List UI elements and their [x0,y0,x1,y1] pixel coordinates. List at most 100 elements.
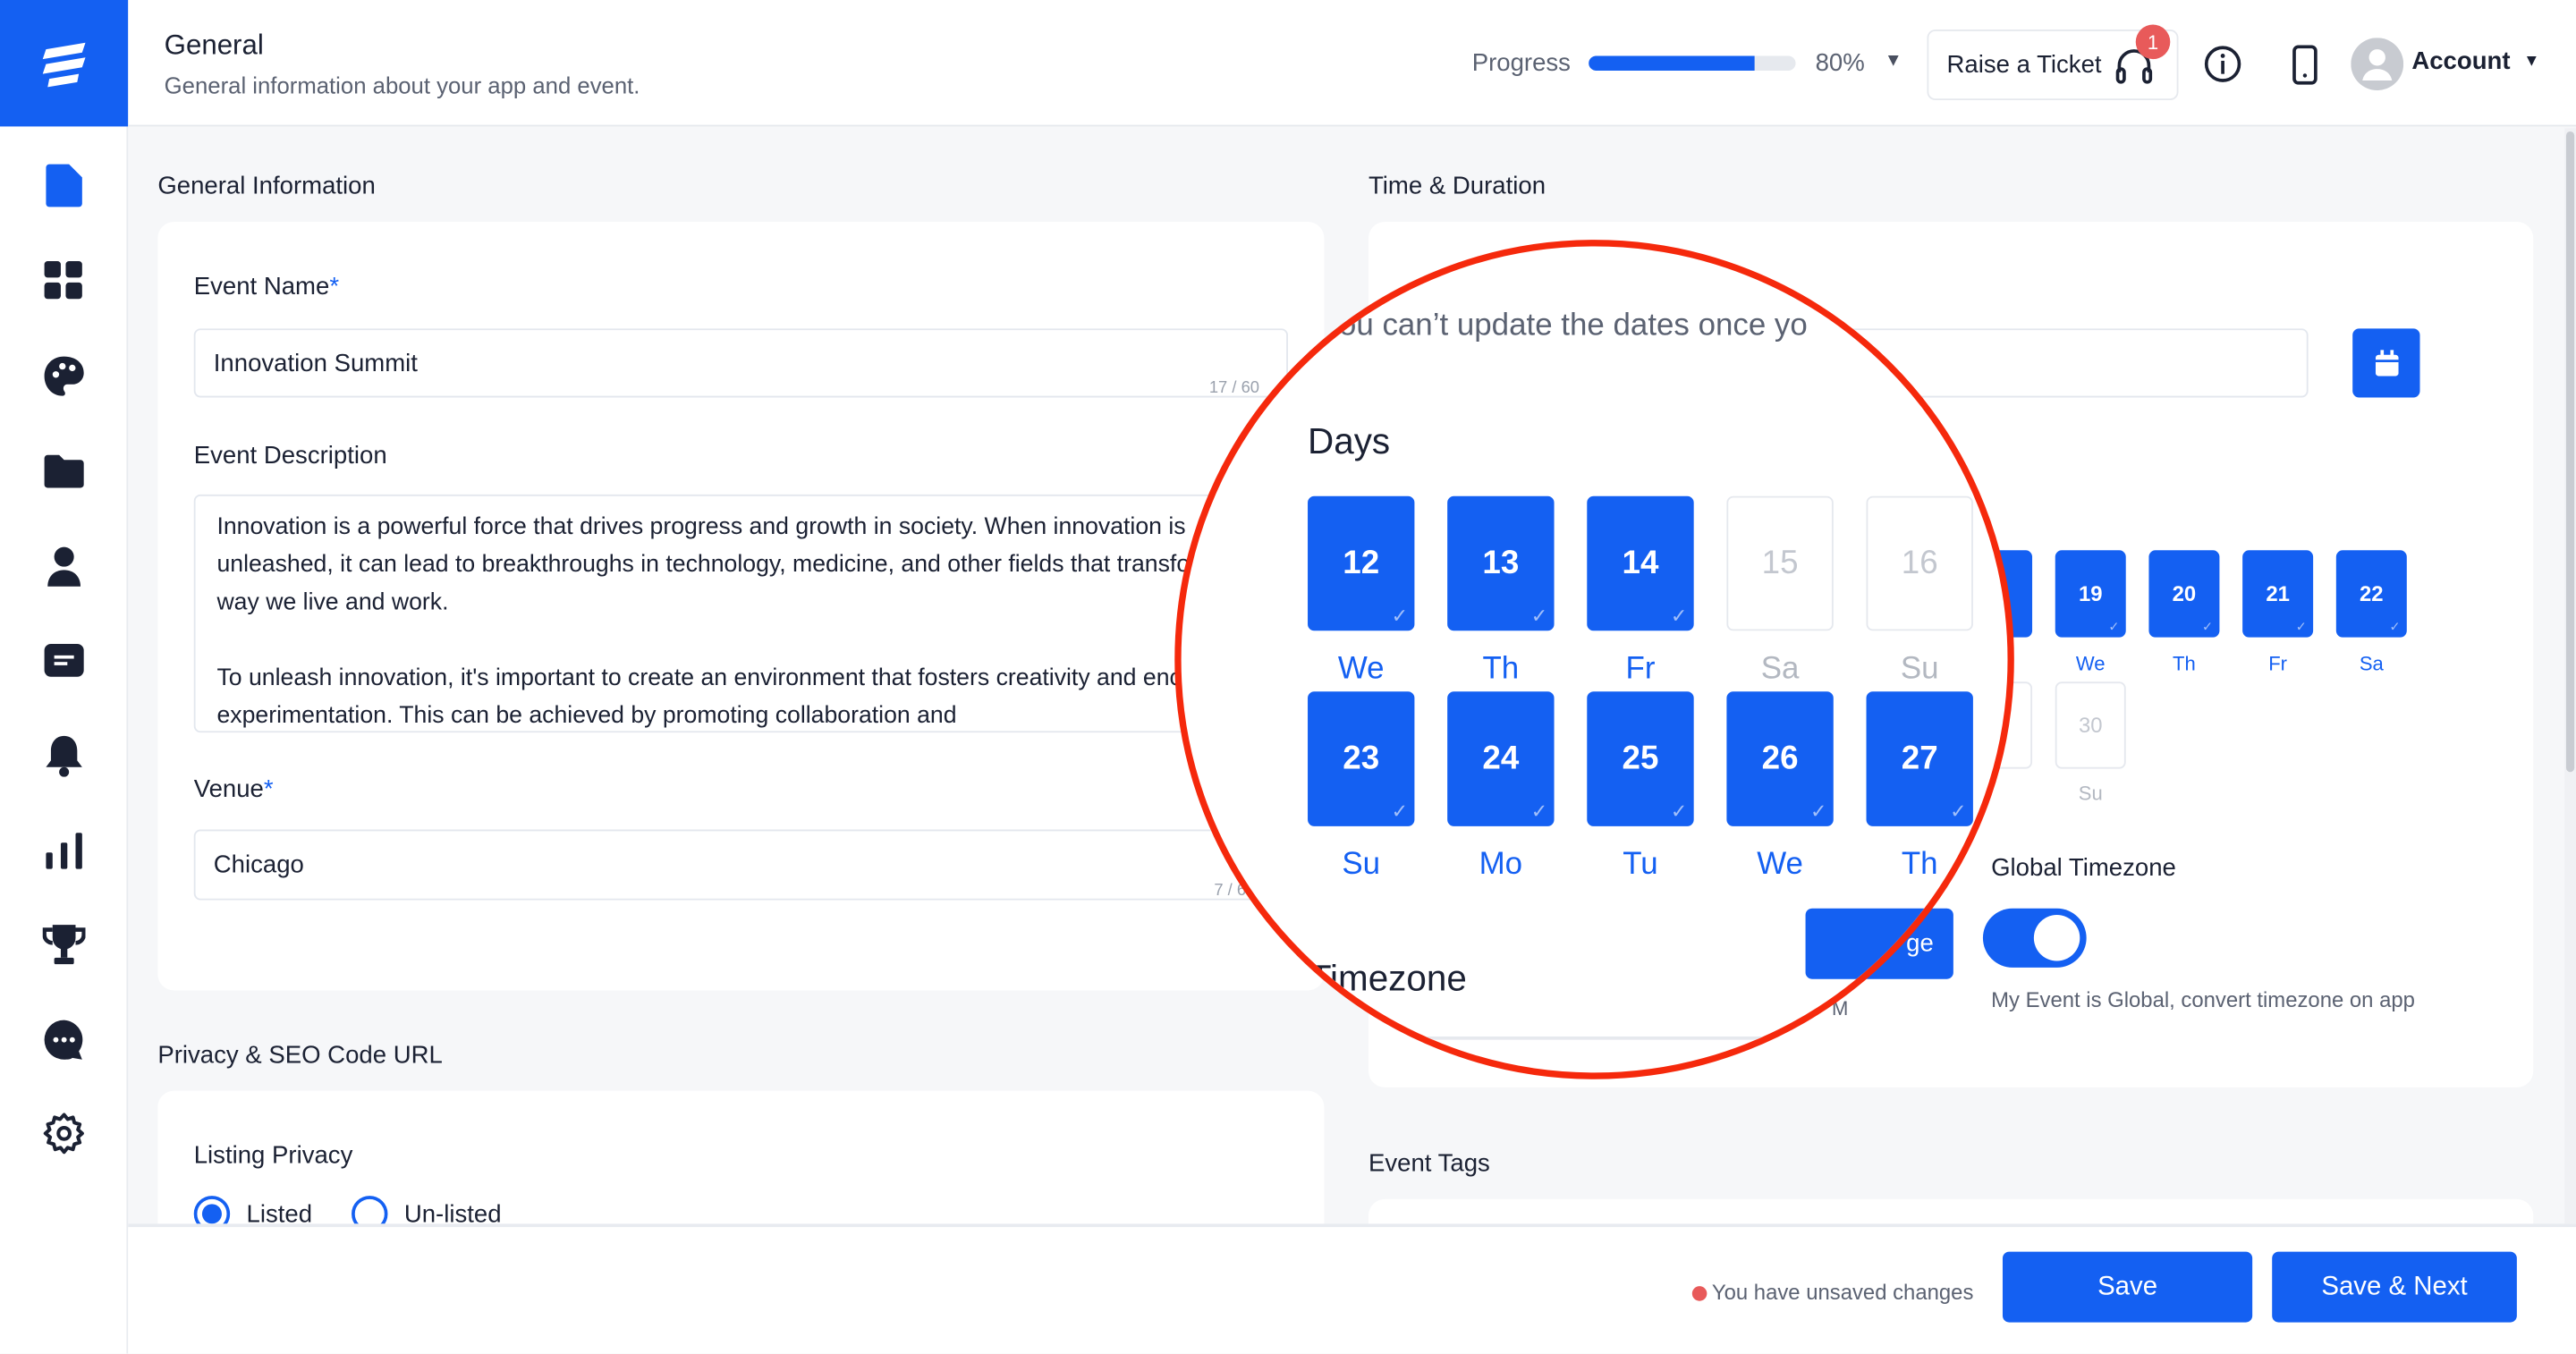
avatar[interactable] [2351,38,2404,91]
palette-icon [44,356,84,396]
info-icon[interactable] [2203,45,2242,84]
day-cell[interactable]: 23 ✓ [1308,691,1415,826]
folder-icon [44,454,84,488]
event-description-textarea[interactable]: Innovation is a powerful force that driv… [193,494,1328,733]
check-icon: ✓ [2389,619,2401,634]
toggle-knob [2033,915,2080,961]
sidebar-item-card[interactable] [39,636,89,685]
privacy-title: Privacy & SEO Code URL [157,1041,443,1070]
day-cell[interactable]: 14 ✓ [1587,495,1694,631]
calendar-icon [2374,350,2398,377]
weekday-label: We [1337,652,1385,687]
day-number: 20 [2172,581,2197,606]
check-icon: ✓ [2202,619,2214,634]
sidebar-item-leaderboard[interactable] [39,920,89,969]
weekday-label: Tu [1623,847,1658,883]
day-cell[interactable]: 12 ✓ [1308,495,1415,631]
sidebar-item-document[interactable] [39,161,89,210]
day-number: 19 [2078,581,2103,606]
sidebar-item-folder[interactable] [39,447,89,496]
scrollbar-thumb[interactable] [2565,131,2575,773]
sidebar-item-chat[interactable] [39,1015,89,1064]
weekday-label: Fr [2268,652,2288,675]
day-number: 21 [2266,581,2290,606]
divider [1328,1036,1822,1040]
sidebar-item-dashboard[interactable] [39,257,89,306]
mobile-preview-icon[interactable] [2292,45,2318,86]
progress-fill [1589,55,1755,71]
sidebar-item-user[interactable] [39,542,89,591]
weekday-label: We [2075,652,2106,675]
check-icon: ✓ [1391,800,1409,824]
listing-privacy-label: Listing Privacy [193,1141,353,1170]
check-icon: ✓ [1950,800,1967,824]
save-next-button[interactable]: Save & Next [2272,1251,2517,1323]
magnifier-overlay: ou can’t update the dates once yo d. Day… [1174,240,2014,1079]
check-icon: ✓ [1530,604,1548,628]
global-timezone-toggle[interactable] [1982,908,2087,968]
global-timezone-description: My Event is Global, convert timezone on … [1991,986,2415,1012]
day-cell[interactable]: 13 ✓ [1447,495,1555,631]
day-cell[interactable]: 15 [1726,495,1834,631]
calendar-button[interactable] [2352,328,2420,398]
day-number: 26 [1761,740,1799,776]
day-cell[interactable]: 16 [1866,495,1973,631]
sidebar-item-notifications[interactable] [39,731,89,780]
sidebar-item-settings[interactable] [39,1109,89,1158]
day-number: 30 [2078,713,2103,738]
day-cell[interactable]: 25 ✓ [1587,691,1694,826]
day-cell[interactable]: 19 ✓ [2055,550,2126,638]
days-title: Days [1308,420,1391,462]
save-button[interactable]: Save [2002,1251,2253,1323]
weekday-label: We [1757,847,1803,883]
raise-ticket-label: Raise a Ticket [1946,50,2102,80]
sidebar-item-palette[interactable] [39,351,89,401]
event-name-counter: 17 / 60 [1208,379,1260,398]
gear-icon [43,1113,84,1155]
check-icon: ✓ [1809,800,1827,824]
day-number: 25 [1622,740,1659,776]
grid-icon [44,261,82,300]
day-cell[interactable]: 22 ✓ [2335,550,2407,638]
day-cell[interactable]: 30 [2055,681,2126,769]
account-caret-icon[interactable]: ▼ [2523,53,2539,71]
event-name-input[interactable]: Innovation Summit [193,328,1288,398]
day-cell[interactable]: 21 ✓ [2242,550,2314,638]
day-cell[interactable]: 20 ✓ [2148,550,2220,638]
progress-bar [1589,55,1796,71]
check-icon: ✓ [1530,800,1548,824]
day-number: 22 [2360,581,2384,606]
bell-icon [46,735,82,777]
weekday-label: Th [1482,652,1520,687]
progress-dropdown-caret-icon[interactable]: ▼ [1885,51,1902,71]
day-number: 16 [1901,544,1938,581]
check-icon: ✓ [1391,604,1409,628]
weekday-label: Su [2078,782,2103,805]
scrollbar[interactable] [2564,128,2576,1224]
event-name-label: Event Name* [193,272,340,301]
day-cell[interactable]: 24 ✓ [1447,691,1555,826]
change-timezone-button-magnified[interactable]: ge [1805,908,1957,979]
header: General General information about your a… [128,0,2576,127]
trophy-icon [42,925,86,965]
weekday-label: Th [1901,847,1938,883]
venue-input[interactable]: Chicago [193,829,1288,901]
check-icon: ✓ [2295,619,2307,634]
account-menu[interactable]: Account [2411,47,2510,75]
weekday-label: Sa [1760,652,1800,687]
logo[interactable] [0,0,129,127]
day-cell[interactable]: 26 ✓ [1726,691,1834,826]
weekday-label: Fr [1625,652,1656,687]
sidebar-item-analytics[interactable] [39,826,89,876]
weekday-label: Sa [2359,652,2384,675]
weekday-label: Su [1342,847,1381,883]
progress-percent: 80% [1815,49,1865,78]
general-info-title: General Information [157,172,376,201]
check-icon: ✓ [1670,604,1688,628]
footer: You have unsaved changes Save Save & Nex… [128,1223,2576,1354]
user-icon [47,546,80,587]
day-number: 27 [1901,740,1938,776]
event-description-label: Event Description [193,442,387,470]
weekday-label: Th [2173,652,2196,675]
day-cell[interactable]: 27 ✓ [1866,691,1973,826]
